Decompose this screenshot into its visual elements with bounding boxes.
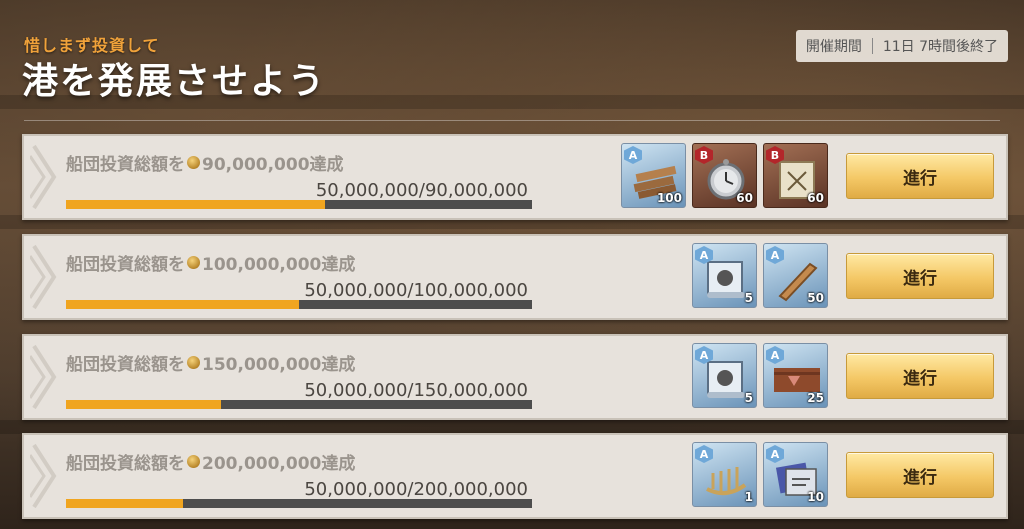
mission-goal: 船団投資総額を 200,000,000達成 [66, 449, 355, 474]
period-label: 開催期間 [805, 39, 862, 55]
reward-quantity: 5 [744, 291, 753, 305]
reward-quantity: 1 [744, 490, 753, 504]
progress-bar [66, 300, 532, 309]
reward-item[interactable]: A 100 [621, 143, 686, 208]
goal-amount: 100,000,000達成 [202, 255, 356, 275]
proceed-button[interactable]: 進行 [846, 353, 994, 399]
reward-item[interactable]: A 5 [692, 343, 757, 408]
goal-prefix: 船団投資総額を [66, 155, 185, 175]
reward-quantity: 50 [807, 291, 824, 305]
chevron-right-icon [30, 244, 57, 310]
proceed-button[interactable]: 進行 [846, 253, 994, 299]
mission-row: 船団投資総額を 200,000,000達成 50,000,000/200,000… [22, 433, 1008, 519]
chevron-right-icon [30, 144, 57, 210]
mission-goal: 船団投資総額を 90,000,000達成 [66, 150, 344, 175]
event-period-badge: 開催期間 11日 7時間後終了 [795, 30, 1008, 62]
reward-item[interactable]: A 5 [692, 243, 757, 308]
reward-quantity: 100 [656, 191, 682, 205]
page-title: 港を発展させよう [22, 61, 327, 102]
reward-quantity: 5 [744, 391, 753, 405]
progress-fill [66, 499, 183, 508]
coin-icon [187, 455, 200, 468]
chevron-right-icon [30, 443, 57, 509]
coin-icon [187, 156, 200, 169]
progress-fill [66, 300, 299, 309]
goal-amount: 90,000,000達成 [202, 155, 344, 175]
proceed-button[interactable]: 進行 [846, 452, 994, 498]
header-divider [24, 120, 1000, 121]
goal-amount: 200,000,000達成 [202, 454, 356, 474]
reward-item[interactable]: A 25 [763, 343, 828, 408]
goal-amount: 150,000,000達成 [202, 355, 356, 375]
period-separator [871, 38, 873, 54]
period-remaining: 11日 7時間後終了 [882, 39, 998, 55]
reward-item[interactable]: A 1 [692, 442, 757, 507]
coin-icon [187, 256, 200, 269]
reward-quantity: 25 [807, 391, 824, 405]
mission-row: 船団投資総額を 100,000,000達成 50,000,000/100,000… [22, 234, 1008, 320]
reward-item[interactable]: A 10 [763, 442, 828, 507]
reward-item[interactable]: B 60 [763, 143, 828, 208]
progress-count: 50,000,000/150,000,000 [304, 380, 528, 401]
mission-row: 船団投資総額を 90,000,000達成 50,000,000/90,000,0… [22, 134, 1008, 220]
background-decoration [0, 420, 1024, 434]
goal-prefix: 船団投資総額を [66, 454, 185, 474]
goal-prefix: 船団投資総額を [66, 255, 185, 275]
reward-quantity: 60 [807, 191, 824, 205]
progress-bar [66, 400, 532, 409]
chevron-right-icon [30, 344, 57, 410]
reward-quantity: 60 [736, 191, 753, 205]
coin-icon [187, 356, 200, 369]
proceed-button[interactable]: 進行 [846, 153, 994, 199]
goal-prefix: 船団投資総額を [66, 355, 185, 375]
progress-bar [66, 200, 532, 209]
progress-fill [66, 200, 326, 209]
mission-goal: 船団投資総額を 100,000,000達成 [66, 250, 355, 275]
progress-count: 50,000,000/200,000,000 [304, 479, 528, 500]
progress-fill [66, 400, 222, 409]
reward-quantity: 10 [807, 490, 824, 504]
mission-goal: 船団投資総額を 150,000,000達成 [66, 350, 355, 375]
progress-count: 50,000,000/100,000,000 [304, 280, 528, 301]
progress-count: 50,000,000/90,000,000 [315, 180, 528, 201]
progress-bar [66, 499, 532, 508]
mission-row: 船団投資総額を 150,000,000達成 50,000,000/150,000… [22, 334, 1008, 420]
reward-item[interactable]: B 60 [692, 143, 757, 208]
reward-item[interactable]: A 50 [763, 243, 828, 308]
